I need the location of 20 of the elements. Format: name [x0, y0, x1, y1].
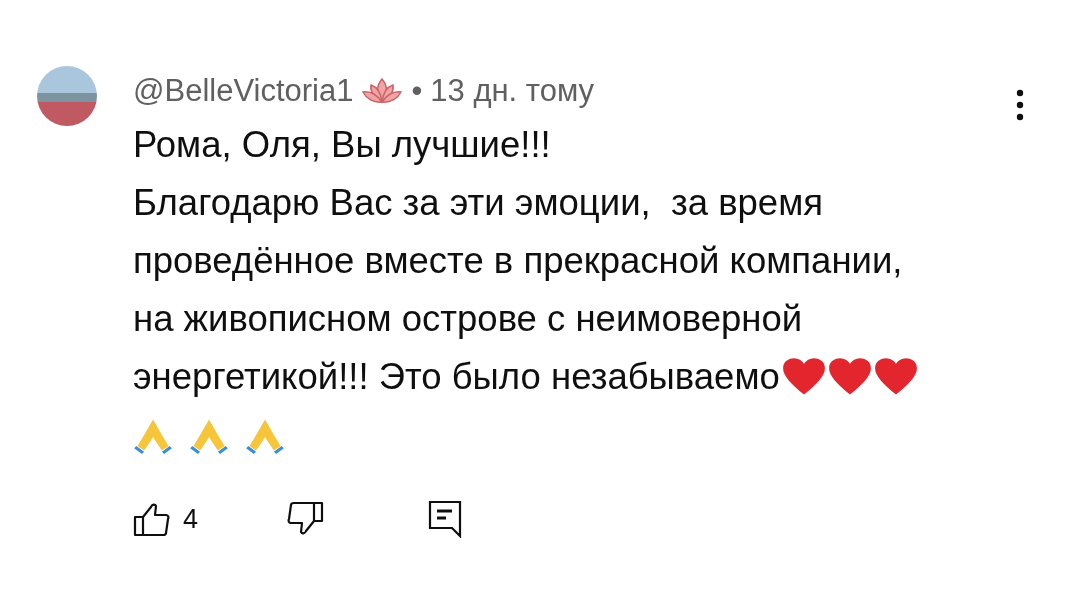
comment-time: 13 дн. тому	[430, 73, 595, 109]
reply-button[interactable]	[428, 500, 463, 538]
comment-text: проведённое вместе в прекрасной компании,	[133, 240, 903, 282]
dislike-button[interactable]	[286, 501, 325, 537]
avatar-photo-placeholder[interactable]	[37, 66, 97, 126]
heart-icon	[827, 357, 872, 397]
comment-text: Благодарю Вас за эти эмоции, за время	[133, 182, 823, 224]
like-button[interactable]: 4	[133, 501, 199, 537]
heart-icon	[873, 357, 918, 397]
more-vertical-icon	[1016, 88, 1024, 121]
comment-icon	[428, 500, 463, 538]
lotus-icon	[361, 77, 404, 105]
comment-text: энергетикой!!! Это было незабываемо	[133, 356, 780, 398]
thumbs-up-icon	[133, 501, 171, 537]
comment-text: Рома, Оля, Вы лучшие!!!	[133, 124, 551, 166]
comment-text: на живописном острове с неимоверной	[133, 298, 803, 340]
author-name[interactable]: @BelleVictoria1	[133, 73, 354, 109]
heart-icon	[781, 357, 826, 397]
separator: •	[411, 73, 423, 109]
thumbs-down-icon	[286, 501, 325, 537]
